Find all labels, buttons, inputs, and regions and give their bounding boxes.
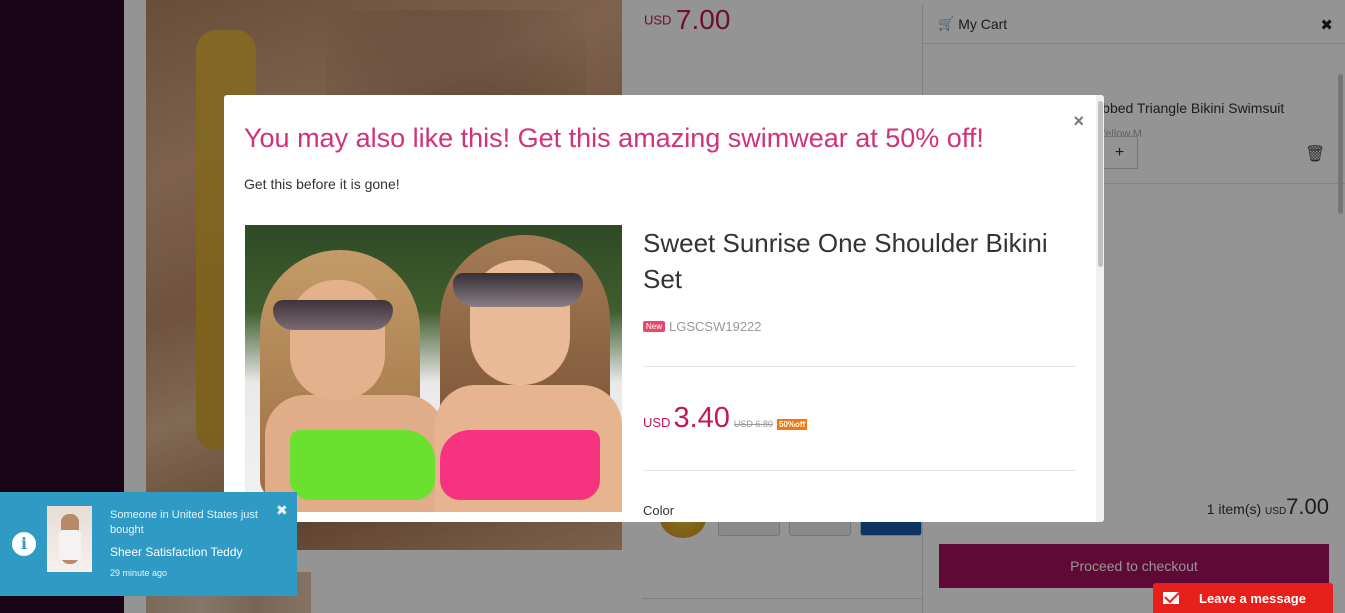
envelope-icon xyxy=(1163,592,1179,604)
modal-subtitle: Get this before it is gone! xyxy=(244,176,400,192)
divider xyxy=(643,366,1076,367)
modal-title: You may also like this! Get this amazing… xyxy=(244,123,984,153)
discount-badge: 50%off xyxy=(776,419,808,430)
price-amount: 3.40 xyxy=(673,402,730,434)
old-price: USD 6.80 xyxy=(733,419,773,429)
close-icon[interactable]: × xyxy=(1073,111,1084,132)
upsell-product-image[interactable] xyxy=(245,225,622,512)
price-currency: USD xyxy=(643,415,671,430)
modal-scrollbar-thumb[interactable] xyxy=(1098,101,1103,267)
divider xyxy=(643,470,1076,471)
notification-time: 29 minute ago xyxy=(110,568,168,578)
color-label: Color xyxy=(643,503,675,518)
product-sku-row: New LGSCSW19222 xyxy=(643,319,762,334)
new-badge: New xyxy=(643,321,666,332)
upsell-modal: × You may also like this! Get this amazi… xyxy=(224,95,1104,522)
notification-message: Someone in United States just bought xyxy=(110,509,258,536)
upsell-price: USD 3.40 USD 6.80 50%off xyxy=(643,402,808,435)
purchase-notification[interactable]: i Someone in United States just bought S… xyxy=(0,492,297,596)
product-sku: LGSCSW19222 xyxy=(669,319,762,334)
notification-product-name[interactable]: Sheer Satisfaction Teddy xyxy=(110,545,243,559)
leave-message-label: Leave a message xyxy=(1199,590,1306,606)
info-icon: i xyxy=(12,532,36,556)
upsell-product-name[interactable]: Sweet Sunrise One Shoulder Bikini Set xyxy=(643,225,1073,297)
notification-product-thumbnail[interactable] xyxy=(47,506,92,572)
leave-message-button[interactable]: Leave a message xyxy=(1153,583,1333,613)
close-icon[interactable]: ✖ xyxy=(276,502,288,519)
